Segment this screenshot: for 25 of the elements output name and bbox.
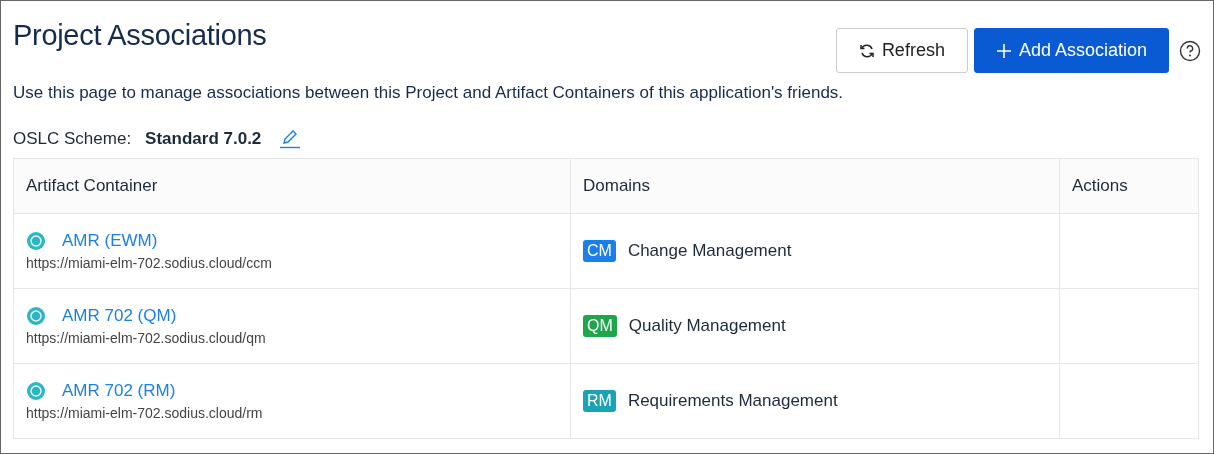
container-url: https://miami-elm-702.sodius.cloud/ccm — [26, 255, 272, 271]
scheme-value: Standard 7.0.2 — [145, 129, 262, 149]
plus-icon — [995, 42, 1012, 59]
container-url: https://miami-elm-702.sodius.cloud/rm — [26, 405, 263, 421]
refresh-button[interactable]: Refresh — [835, 28, 968, 73]
scheme-label: OSLC Scheme: — [13, 129, 132, 149]
column-header: Domains — [570, 159, 1059, 213]
page-title: Project Associations — [13, 19, 267, 52]
help-icon[interactable] — [1179, 39, 1201, 62]
edit-pencil-icon[interactable] — [279, 129, 302, 149]
container-url: https://miami-elm-702.sodius.cloud/qm — [26, 330, 266, 346]
container-link[interactable]: AMR (EWM) — [62, 231, 158, 251]
description-text: Use this page to manage associations between this Project and Artifact Containers of this application's friends. — [13, 83, 845, 103]
domain-tag: QM — [583, 315, 617, 337]
domain-name: Requirements Management — [627, 391, 838, 411]
column-header: Actions — [1059, 159, 1198, 213]
container-link[interactable]: AMR 702 (RM) — [62, 381, 176, 401]
domain-tag: CM — [583, 240, 616, 262]
column-header: Artifact Container — [25, 175, 159, 197]
domain-tag: RM — [583, 390, 616, 412]
domain-name: Change Management — [627, 241, 792, 261]
add-association-button[interactable]: Add Association — [973, 28, 1169, 73]
refresh-icon — [858, 42, 875, 59]
container-link[interactable]: AMR 702 (QM) — [62, 306, 177, 326]
domain-name: Quality Management — [628, 316, 786, 336]
